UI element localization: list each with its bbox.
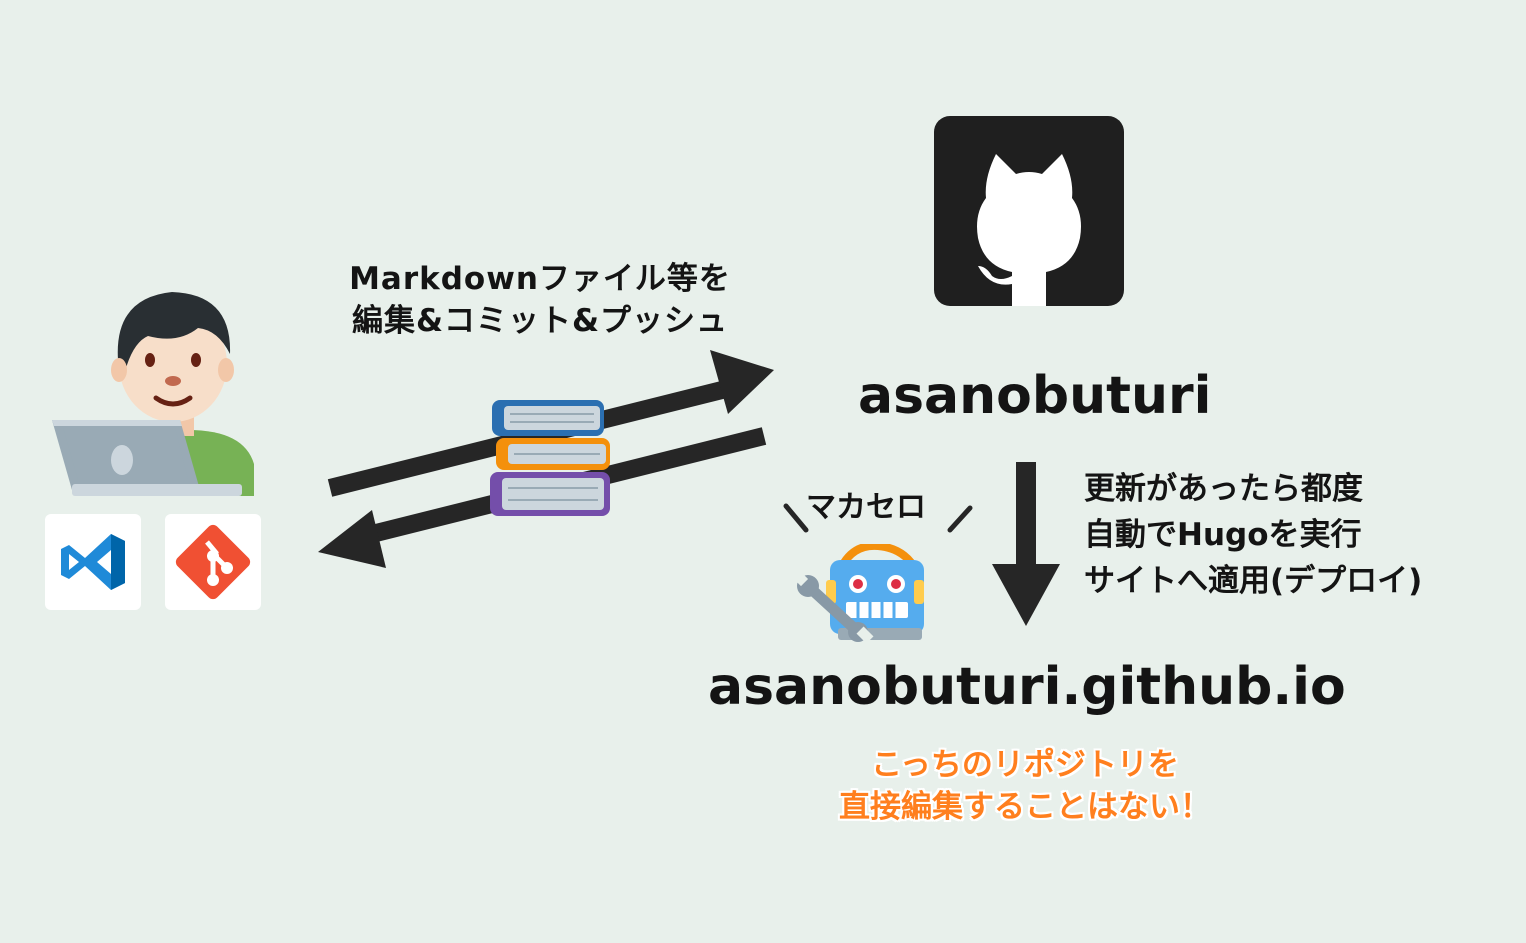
wrench-icon xyxy=(794,572,874,642)
bot-caption: マカセロ xyxy=(806,490,926,525)
deploy-caption-line1: 更新があったら都度 xyxy=(1084,471,1363,507)
warning-note-line2: 直接編集することはない！ xyxy=(839,789,1211,825)
warning-note-line1: こっちのリポジトリを xyxy=(871,747,1179,783)
warning-note: こっちのリポジトリを 直接編集することはない！ xyxy=(790,744,1260,828)
deploy-arrow xyxy=(992,462,1060,626)
github-icon xyxy=(934,116,1124,306)
deploy-caption-line3: サイトへ適用(デプロイ) xyxy=(1084,563,1423,599)
site-name: asanobuturi.github.io xyxy=(708,657,1346,717)
push-caption-line2: 編集&コミット&プッシュ xyxy=(351,303,729,339)
diagram-canvas: Markdownファイル等を 編集&コミット&プッシュ asanobuturi … xyxy=(0,0,1526,943)
push-caption-line1: Markdownファイル等を xyxy=(349,261,731,297)
push-caption: Markdownファイル等を 編集&コミット&プッシュ xyxy=(330,258,750,342)
books-icon xyxy=(490,400,610,516)
deploy-caption-line2: 自動でHugoを実行 xyxy=(1084,517,1362,553)
repo-name: asanobuturi xyxy=(858,366,1212,426)
deploy-caption: 更新があったら都度 自動でHugoを実行 サイトへ適用(デプロイ) xyxy=(1084,466,1422,604)
